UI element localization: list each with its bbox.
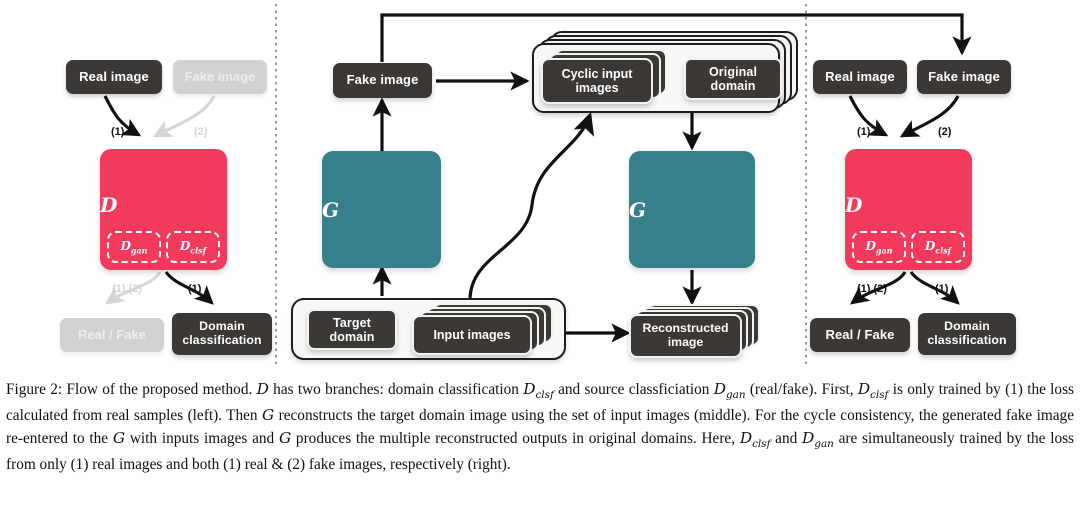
arrow-inputs-to-cyclic-curve bbox=[468, 111, 595, 301]
middle-reconstructed-image-cards[interactable]: Reconstructed image bbox=[629, 304, 769, 360]
right-real-image-node[interactable]: Real image bbox=[813, 60, 907, 94]
right-label-d-to-domain: (1) bbox=[935, 283, 949, 295]
middle-original-domain-node[interactable]: Original domain bbox=[684, 58, 782, 100]
right-discriminator-label: D bbox=[845, 192, 863, 217]
right-dgan-subbox[interactable]: Dgan bbox=[852, 231, 906, 263]
left-dclsf-label: Dclsf bbox=[179, 238, 207, 256]
cyclic-input-images-node[interactable]: Cyclic input images bbox=[541, 58, 653, 104]
middle-generator-left-box[interactable]: G bbox=[322, 151, 441, 268]
right-label-d-to-realfake: (1).(2) bbox=[857, 283, 887, 295]
middle-reconstructed-image-node[interactable]: Reconstructed image bbox=[629, 314, 742, 358]
left-real-fake-node[interactable]: Real / Fake bbox=[60, 318, 164, 352]
right-domain-classification-node[interactable]: Domain classification bbox=[918, 313, 1016, 355]
middle-target-domain-node[interactable]: Target domain bbox=[307, 309, 397, 350]
left-discriminator-label: D bbox=[100, 192, 118, 217]
left-label-d-to-domain: (1) bbox=[188, 283, 202, 295]
right-discriminator-box[interactable]: D Dgan Dclsf bbox=[845, 149, 972, 270]
left-fake-image-node[interactable]: Fake image bbox=[173, 60, 267, 94]
right-dclsf-label: Dclsf bbox=[924, 238, 952, 256]
left-label-fake-to-d: (2) bbox=[194, 126, 208, 138]
caption-label: Figure 2: bbox=[6, 381, 63, 398]
middle-input-images-cards[interactable]: Input images bbox=[412, 303, 562, 359]
left-real-image-node[interactable]: Real image bbox=[66, 60, 162, 94]
left-discriminator-box[interactable]: D Dgan Dclsf bbox=[100, 149, 227, 270]
figure-container: Real image Fake image (1) (2) D Dgan Dcl… bbox=[0, 0, 1080, 516]
right-real-fake-node[interactable]: Real / Fake bbox=[810, 318, 910, 352]
cyclic-input-images-cards[interactable]: Cyclic input images bbox=[541, 49, 671, 107]
middle-cyclic-stack-shell[interactable]: Cyclic input images Original domain bbox=[532, 31, 800, 113]
left-label-real-to-d: (1) bbox=[111, 126, 125, 138]
left-label-d-to-realfake: (1).(2) bbox=[112, 283, 142, 295]
right-label-real-to-d: (1) bbox=[857, 126, 871, 138]
diagram-area: Real image Fake image (1) (2) D Dgan Dcl… bbox=[0, 0, 1080, 372]
right-fake-image-node[interactable]: Fake image bbox=[917, 60, 1011, 94]
figure-caption: Figure 2: Flow of the proposed method. D… bbox=[6, 380, 1074, 473]
right-label-fake-to-d: (2) bbox=[938, 126, 952, 138]
middle-generator-right-label: G bbox=[629, 197, 647, 222]
middle-generator-left-label: G bbox=[322, 197, 340, 222]
left-domain-classification-node[interactable]: Domain classification bbox=[172, 313, 272, 355]
middle-input-images-node[interactable]: Input images bbox=[412, 315, 532, 355]
middle-fake-image-node[interactable]: Fake image bbox=[333, 63, 432, 98]
left-dgan-label: Dgan bbox=[120, 238, 148, 256]
right-dgan-label: Dgan bbox=[865, 238, 893, 256]
middle-generator-right-box[interactable]: G bbox=[629, 151, 755, 268]
left-dclsf-subbox[interactable]: Dclsf bbox=[166, 231, 220, 263]
left-dgan-subbox[interactable]: Dgan bbox=[107, 231, 161, 263]
right-dclsf-subbox[interactable]: Dclsf bbox=[911, 231, 965, 263]
